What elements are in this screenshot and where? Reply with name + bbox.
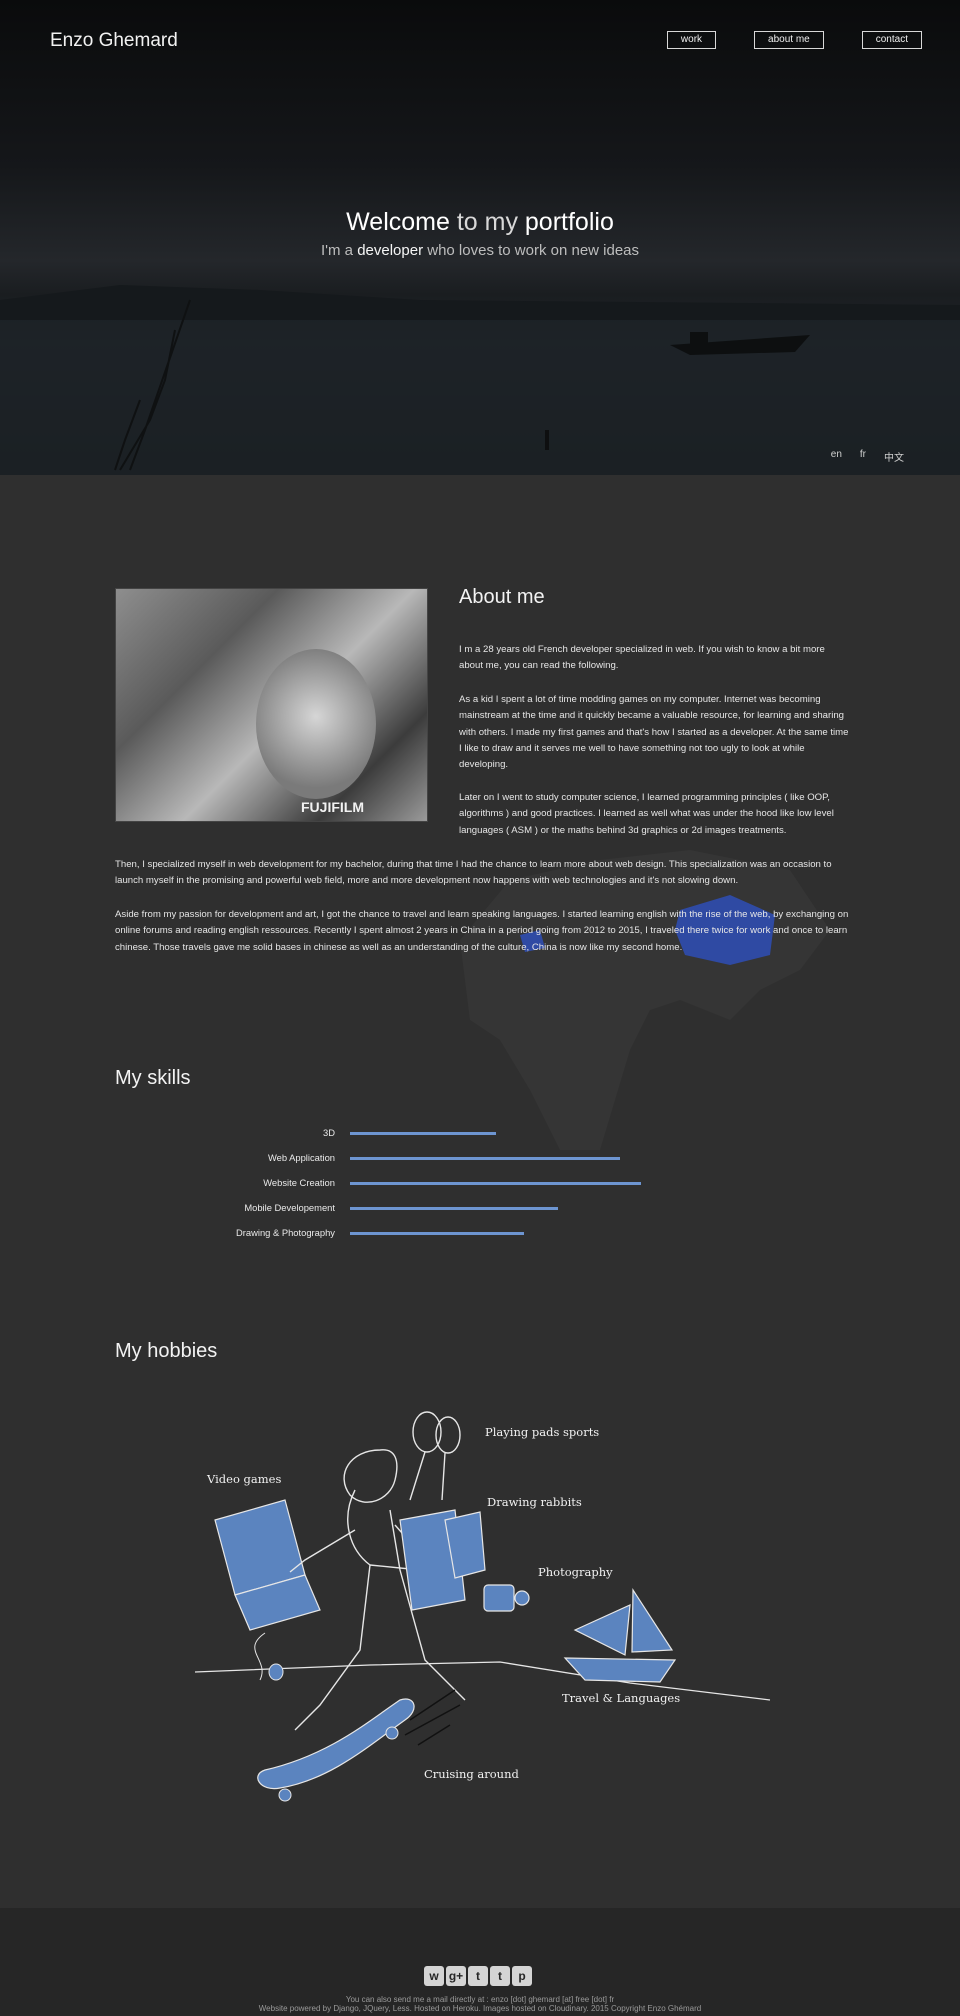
- hobbies-drawing: [194, 1411, 771, 1802]
- skill-bar: [350, 1157, 620, 1160]
- nav-contact-button[interactable]: contact: [861, 31, 922, 49]
- hobby-label: Video games: [207, 1472, 282, 1486]
- skill-bar: [350, 1132, 496, 1135]
- about-paragraph: Then, I specialized myself in web develo…: [115, 859, 832, 887]
- skill-label: Website Creation: [263, 1177, 335, 1188]
- skill-row: Web Application: [115, 1149, 735, 1174]
- skill-row: Mobile Developement: [115, 1199, 735, 1224]
- racket-icon: [409, 1411, 461, 1501]
- about-paragraph: Later on I went to study computer scienc…: [459, 792, 834, 836]
- profile-photo: FUJIFILM: [115, 588, 428, 822]
- about-heading: About me: [459, 586, 545, 608]
- hero-title: Welcome to my portfolio: [346, 208, 614, 236]
- hero-banner: Enzo Ghemard work about me contact Welco…: [0, 0, 960, 475]
- about-paragraph: As a kid I spent a lot of time modding g…: [459, 694, 849, 771]
- pinterest-icon[interactable]: p: [512, 1966, 532, 1986]
- skill-label: Mobile Developement: [244, 1202, 335, 1213]
- sailboat-icon: [563, 1588, 677, 1683]
- skill-bar: [350, 1207, 558, 1210]
- lake-scene-illustration: [0, 285, 960, 475]
- camera-icon: [483, 1584, 530, 1612]
- skateboard-icon: [257, 1689, 461, 1802]
- social-links: w g+ t t p: [424, 1966, 532, 1986]
- language-switcher: en fr 中文: [831, 449, 904, 464]
- skills-heading: My skills: [115, 1067, 191, 1089]
- hobby-label: Photography: [538, 1565, 613, 1579]
- skill-label: Web Application: [267, 1152, 335, 1163]
- skill-bar: [350, 1232, 524, 1235]
- site-brand[interactable]: Enzo Ghemard: [50, 30, 178, 52]
- google-plus-icon[interactable]: g+: [446, 1966, 466, 1986]
- hobbies-heading: My hobbies: [115, 1340, 218, 1362]
- hobby-label: Travel & Languages: [562, 1691, 681, 1705]
- about-paragraph: Aside from my passion for development an…: [115, 909, 849, 953]
- laptop-icon: [214, 1499, 321, 1681]
- skill-row: Drawing & Photography: [115, 1224, 735, 1249]
- lang-zh-link[interactable]: 中文: [884, 449, 904, 464]
- skill-row: 3D: [115, 1124, 735, 1149]
- skill-label: 3D: [323, 1127, 335, 1138]
- footer-mail-text: You can also send me a mail directly at …: [345, 1995, 615, 2004]
- hobby-label: Playing pads sports: [485, 1425, 600, 1439]
- hobby-label: Cruising around: [424, 1767, 519, 1781]
- skill-bar: [350, 1182, 641, 1185]
- nav-about-button[interactable]: about me: [754, 31, 824, 49]
- hobby-label: Drawing rabbits: [487, 1495, 582, 1509]
- photo-brand-tag: FUJIFILM: [301, 799, 364, 815]
- lang-fr-link[interactable]: fr: [860, 449, 866, 464]
- about-paragraph: I m a 28 years old French developer spec…: [459, 644, 825, 672]
- twitter-icon[interactable]: t: [490, 1966, 510, 1986]
- skills-list: 3D Web Application Website Creation Mobi…: [115, 1124, 735, 1249]
- lang-en-link[interactable]: en: [831, 449, 842, 464]
- wechat-icon[interactable]: w: [424, 1966, 444, 1986]
- skill-row: Website Creation: [115, 1174, 735, 1199]
- main-nav: work about me contact: [629, 31, 922, 49]
- footer-powered-text: Website powered by Django, JQuery, Less.…: [258, 2004, 702, 2013]
- hero-subtitle: I'm a developer who loves to work on new…: [320, 242, 640, 259]
- skill-label: Drawing & Photography: [235, 1227, 335, 1238]
- nav-work-button[interactable]: work: [666, 31, 717, 49]
- tumblr-icon[interactable]: t: [468, 1966, 488, 1986]
